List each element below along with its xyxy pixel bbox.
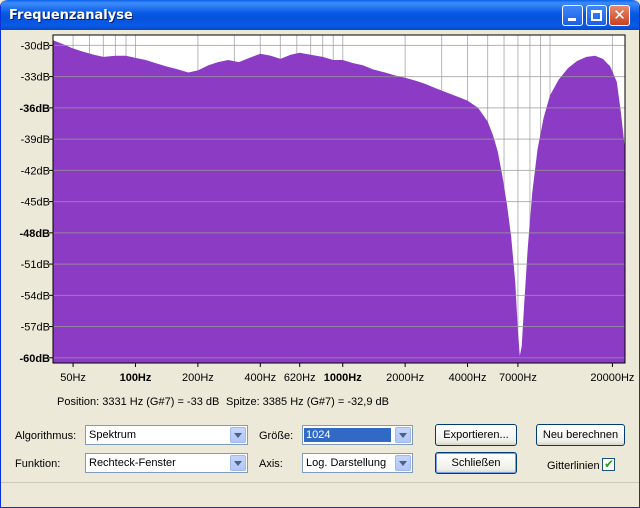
- title-bar[interactable]: Frequenzanalyse ✕: [1, 0, 639, 30]
- y-tick-label: -60dB: [19, 353, 50, 365]
- maximize-button[interactable]: [586, 5, 607, 26]
- frequency-analysis-window: Frequenzanalyse ✕ -30dB -33dB -36dB -39dB -4…: [0, 0, 640, 508]
- x-tick-label: 50Hz: [60, 372, 86, 384]
- minimize-icon: [568, 18, 576, 21]
- gridlines-label: Gitterlinien: [547, 460, 600, 472]
- algorithm-value: Spektrum: [89, 429, 137, 441]
- cursor-position-readout: Position: 3331 Hz (G#7) = -33 dB: [57, 396, 220, 408]
- y-tick-label: -51dB: [21, 259, 50, 271]
- minimize-button[interactable]: [562, 5, 583, 26]
- maximize-icon: [591, 10, 602, 21]
- checkmark-icon: ✔: [604, 457, 615, 471]
- status-strip: [1, 482, 639, 506]
- axis-label: Axis:: [259, 458, 283, 470]
- function-value: Rechteck-Fenster: [89, 457, 176, 469]
- peak-readout: Spitze: 3385 Hz (G#7) = -32,9 dB: [226, 396, 389, 408]
- y-tick-label: -36dB: [19, 103, 50, 115]
- x-tick-label: 200Hz: [182, 372, 214, 384]
- y-tick-label: -45dB: [21, 197, 50, 209]
- chevron-down-icon[interactable]: [395, 427, 411, 443]
- close-button[interactable]: Schließen: [435, 452, 517, 474]
- algorithm-select[interactable]: Spektrum: [85, 425, 248, 445]
- gridlines-checkbox[interactable]: ✔: [602, 457, 615, 471]
- spectrum-chart[interactable]: -30dB -33dB -36dB -39dB -42dB -45dB -48dB -51dB…: [1, 30, 640, 390]
- close-window-button[interactable]: ✕: [609, 5, 630, 26]
- x-tick-label: 620Hz: [284, 372, 316, 384]
- chevron-down-icon[interactable]: [230, 427, 246, 443]
- y-axis-ticks: -30dB -33dB -36dB -39dB -42dB -45dB -48dB -51dB…: [19, 40, 53, 365]
- x-tick-label: 400Hz: [244, 372, 276, 384]
- x-tick-label: 7000Hz: [499, 372, 537, 384]
- x-tick-label: 4000Hz: [449, 372, 487, 384]
- size-select[interactable]: 1024: [302, 425, 413, 445]
- recalculate-button[interactable]: Neu berechnen: [536, 424, 625, 446]
- x-tick-label: 100Hz: [120, 372, 152, 384]
- x-tick-label: 20000Hz: [590, 372, 634, 384]
- chevron-down-icon[interactable]: [395, 455, 411, 471]
- y-tick-label: -39dB: [21, 134, 50, 146]
- chevron-down-icon[interactable]: [230, 455, 246, 471]
- export-button[interactable]: Exportieren...: [435, 424, 517, 446]
- x-axis-ticks: 50Hz 100Hz 200Hz 400Hz 620Hz 1000Hz 2000Hz 4000…: [60, 363, 634, 384]
- y-tick-label: -42dB: [21, 165, 50, 177]
- axis-select[interactable]: Log. Darstellung: [302, 453, 413, 473]
- y-tick-label: -30dB: [21, 40, 50, 52]
- y-tick-label: -33dB: [21, 72, 50, 84]
- algorithm-label: Algorithmus:: [15, 430, 77, 442]
- y-tick-label: -54dB: [21, 290, 50, 302]
- function-label: Funktion:: [15, 458, 61, 470]
- x-tick-label: 1000Hz: [324, 372, 362, 384]
- y-tick-label: -48dB: [19, 228, 50, 240]
- x-tick-label: 2000Hz: [386, 372, 424, 384]
- window-title: Frequenzanalyse: [9, 8, 133, 23]
- size-value: 1024: [304, 428, 391, 442]
- axis-value: Log. Darstellung: [306, 457, 387, 469]
- close-icon: ✕: [613, 6, 626, 24]
- function-select[interactable]: Rechteck-Fenster: [85, 453, 248, 473]
- size-label: Größe:: [259, 430, 294, 442]
- y-tick-label: -57dB: [21, 322, 50, 334]
